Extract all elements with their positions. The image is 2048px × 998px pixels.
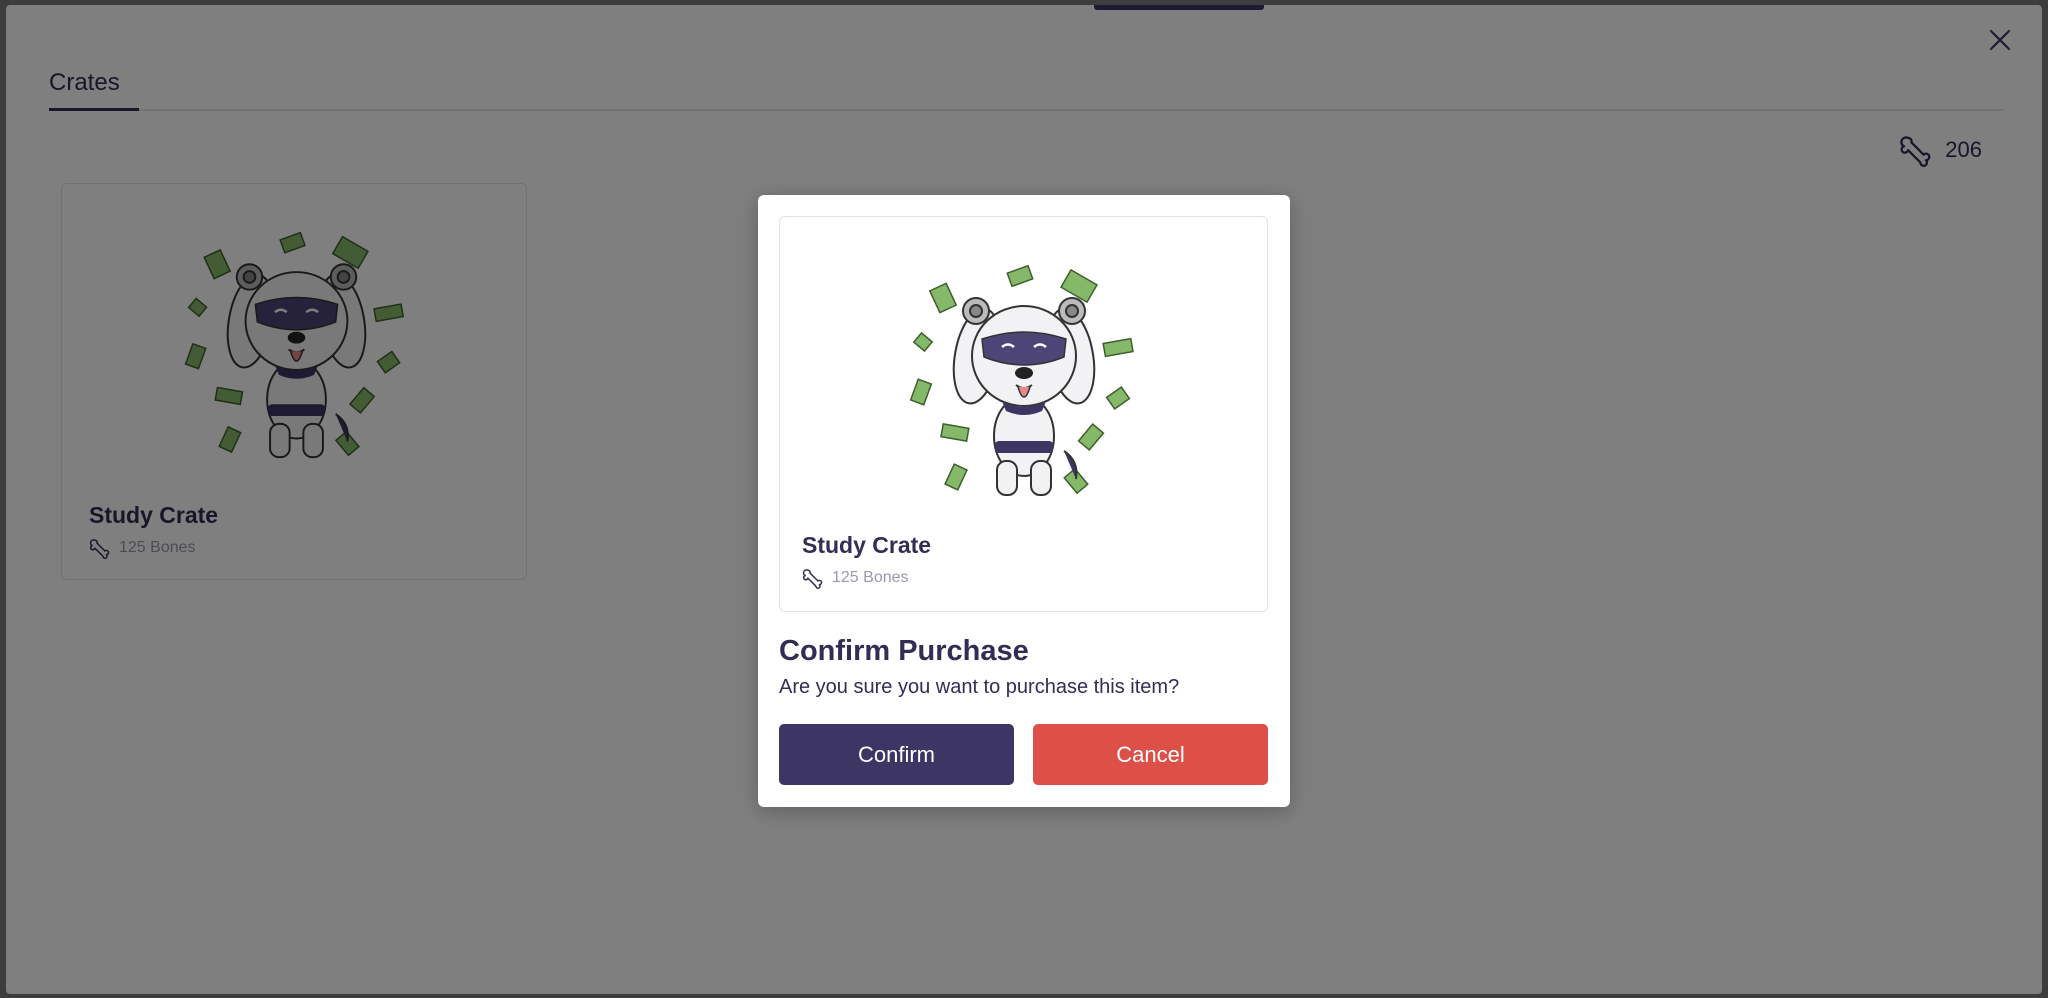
modal-item-title: Study Crate bbox=[802, 532, 932, 558]
bone-icon bbox=[802, 567, 824, 589]
crate-image bbox=[904, 261, 1144, 501]
modal-heading: Confirm Purchase bbox=[779, 635, 1029, 667]
cancel-button[interactable]: Cancel bbox=[1033, 724, 1268, 785]
modal-item-price: 125 Bones bbox=[802, 567, 909, 589]
confirm-button[interactable]: Confirm bbox=[779, 724, 1014, 785]
modal-message: Are you sure you want to purchase this i… bbox=[779, 676, 1180, 698]
modal-item-card: Study Crate 125 Bones bbox=[779, 216, 1268, 612]
modal-item-price-text: 125 Bones bbox=[832, 569, 909, 586]
confirm-purchase-dialog: Study Crate 125 Bones Confirm Purchase A… bbox=[758, 195, 1290, 807]
